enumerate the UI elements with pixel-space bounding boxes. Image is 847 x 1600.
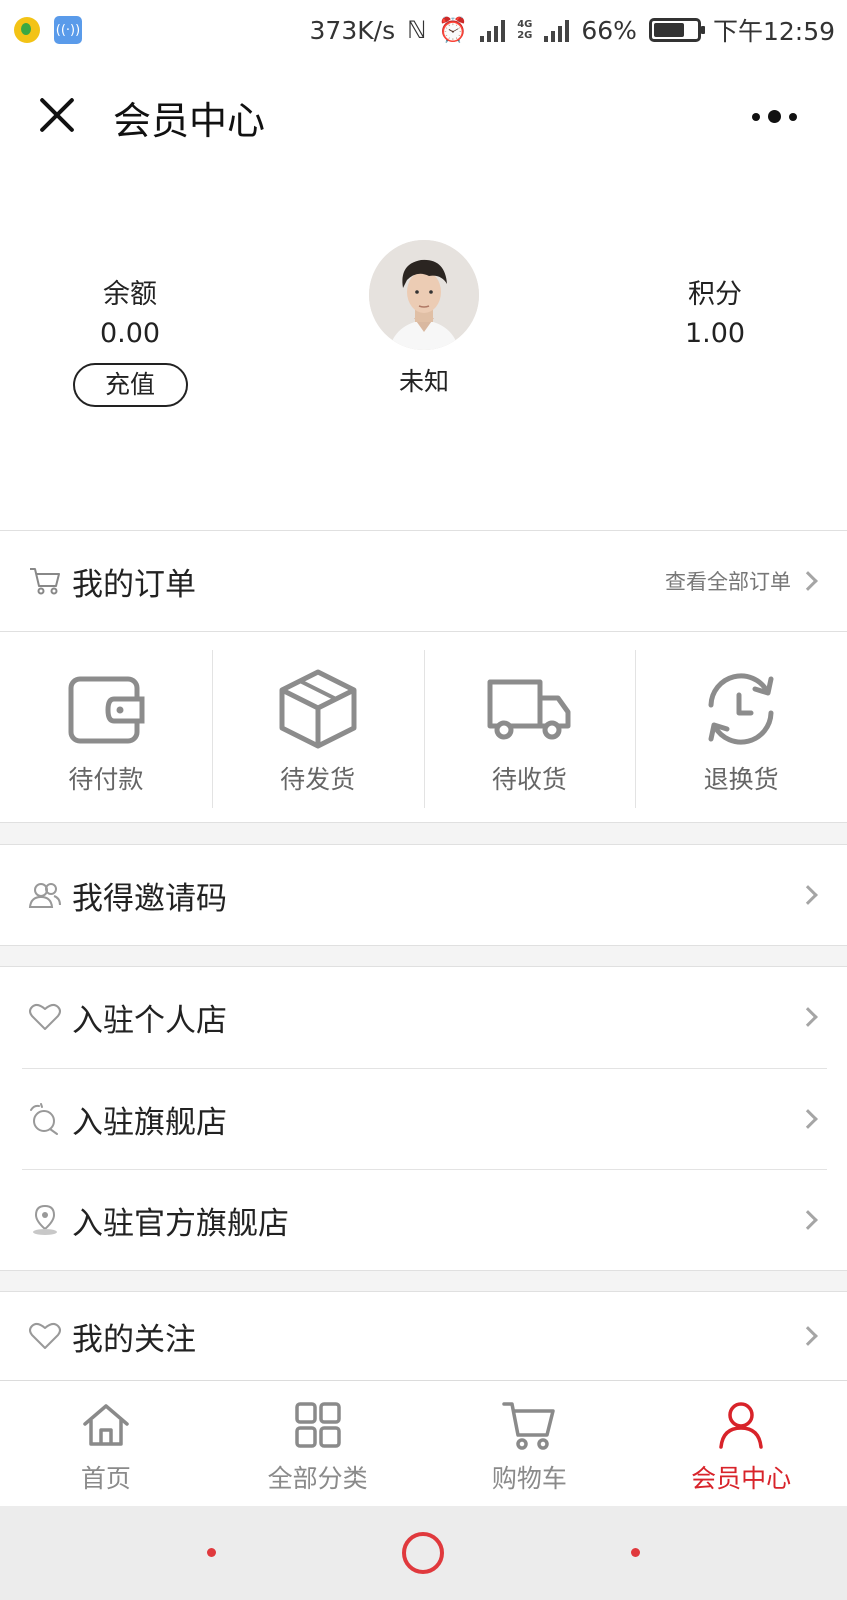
clock: 下午12:59 — [712, 17, 835, 46]
order-status-label: 退换货 — [703, 765, 779, 794]
profile-section: 余额 0.00 充值 未知 积分 1.00 — [0, 172, 847, 530]
my-orders-title: 我的订单 — [72, 566, 196, 603]
heart-icon — [28, 1319, 62, 1353]
view-all-orders-link[interactable]: 查看全部订单 — [665, 566, 791, 596]
signal-icon-2 — [544, 18, 570, 42]
official-flagship-store-label: 入驻官方旗舰店 — [72, 1205, 289, 1242]
wallet-icon — [61, 664, 151, 754]
network-type: 4G 2G — [517, 19, 533, 41]
order-status-label: 待付款 — [68, 765, 144, 794]
section-gap — [0, 946, 847, 966]
chevron-right-icon — [798, 1109, 818, 1129]
avatar[interactable] — [369, 240, 479, 350]
points-block: 积分 1.00 — [645, 272, 785, 349]
heart-icon — [28, 1000, 62, 1034]
chevron-right-icon — [798, 885, 818, 905]
grid-icon — [290, 1399, 346, 1451]
invite-code-label: 我得邀请码 — [72, 880, 227, 917]
battery-percent: 66% — [581, 15, 637, 45]
home-icon — [78, 1399, 134, 1451]
tab-member-center[interactable]: 会员中心 — [635, 1381, 847, 1506]
balance-block: 余额 0.00 充值 — [60, 272, 200, 407]
system-nav-bar — [0, 1506, 847, 1600]
order-status-returns[interactable]: 退换货 — [635, 632, 847, 822]
tab-categories[interactable]: 全部分类 — [212, 1381, 424, 1506]
balance-value: 0.00 — [99, 318, 161, 349]
nfc-icon: ℕ — [407, 16, 427, 44]
user-icon — [713, 1399, 769, 1451]
order-status-label: 待发货 — [280, 765, 356, 794]
truck-icon — [484, 664, 574, 754]
cart-icon — [28, 564, 62, 598]
my-orders-row[interactable]: 我的订单 查看全部订单 — [0, 531, 847, 631]
hotspot-icon: ((·)) — [54, 16, 82, 44]
order-status-pending-shipment[interactable]: 待发货 — [211, 632, 424, 822]
nickname: 未知 — [398, 367, 449, 396]
box-icon — [273, 664, 363, 754]
more-options-icon[interactable] — [752, 110, 797, 123]
chevron-right-icon — [798, 1210, 818, 1230]
header: 会员中心 — [0, 60, 847, 172]
users-icon — [28, 878, 62, 912]
location-pin-icon — [28, 1203, 62, 1237]
network-speed: 373K/s — [309, 15, 396, 45]
tab-label: 购物车 — [491, 1464, 567, 1493]
chevron-right-icon — [798, 1326, 818, 1346]
signal-icon — [480, 18, 506, 42]
status-bar: ((·)) 373K/s ℕ ⏰ 4G 2G 66% 下午12:59 — [0, 0, 847, 60]
section-gap — [0, 1271, 847, 1291]
music-app-icon — [14, 17, 40, 43]
nav-back-button[interactable] — [207, 1548, 216, 1557]
flagship-store-row[interactable]: 入驻旗舰店 — [0, 1069, 847, 1169]
alarm-icon: ⏰ — [438, 16, 469, 44]
close-icon[interactable] — [36, 94, 78, 136]
points-label: 积分 — [688, 279, 742, 310]
tab-label: 全部分类 — [267, 1464, 368, 1493]
order-status-pending-receipt[interactable]: 待收货 — [423, 632, 636, 822]
chevron-right-icon — [798, 571, 818, 591]
order-status-pending-payment[interactable]: 待付款 — [0, 632, 212, 822]
cart-icon — [501, 1399, 557, 1451]
order-status-grid: 待付款 待发货 待收货 退换货 — [0, 632, 847, 822]
badge-icon — [28, 1102, 62, 1136]
tab-label: 首页 — [80, 1464, 131, 1493]
personal-store-row[interactable]: 入驻个人店 — [0, 967, 847, 1067]
my-follow-row[interactable]: 我的关注 — [0, 1292, 847, 1380]
page-title: 会员中心 — [113, 99, 266, 143]
recharge-button[interactable]: 充值 — [72, 363, 188, 407]
exchange-icon — [696, 664, 786, 754]
nav-home-button[interactable] — [402, 1532, 444, 1574]
personal-store-label: 入驻个人店 — [72, 1002, 227, 1039]
nav-recents-button[interactable] — [631, 1548, 640, 1557]
bottom-tab-bar: 首页 全部分类 购物车 会员中心 — [0, 1380, 847, 1506]
balance-label: 余额 — [103, 279, 157, 310]
chevron-right-icon — [798, 1007, 818, 1027]
tab-label: 会员中心 — [691, 1464, 792, 1493]
order-status-label: 待收货 — [491, 765, 567, 794]
my-follow-label: 我的关注 — [72, 1321, 196, 1358]
official-flagship-store-row[interactable]: 入驻官方旗舰店 — [0, 1170, 847, 1270]
tab-cart[interactable]: 购物车 — [424, 1381, 636, 1506]
flagship-store-label: 入驻旗舰店 — [72, 1104, 227, 1141]
section-gap — [0, 823, 847, 845]
battery-icon — [648, 18, 705, 42]
invite-code-row[interactable]: 我得邀请码 — [0, 845, 847, 945]
tab-home[interactable]: 首页 — [0, 1381, 212, 1506]
points-value: 1.00 — [684, 318, 746, 349]
